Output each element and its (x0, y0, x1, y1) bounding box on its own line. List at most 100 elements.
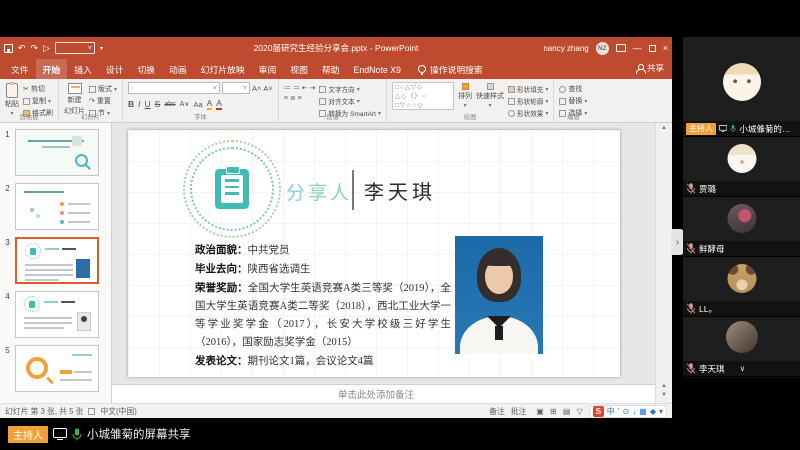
share-button[interactable]: 共享 (636, 62, 664, 74)
tell-me-search[interactable]: 操作说明搜索 (418, 59, 483, 79)
tab-insert[interactable]: 插入 (67, 59, 99, 79)
ime-emoji-icon[interactable]: ⊙ (623, 407, 630, 416)
quick-styles-button[interactable]: 快速样式 ▾ (476, 82, 504, 109)
character-spacing-button[interactable]: A∨ (180, 100, 190, 108)
slide-person-name[interactable]: 李天琪 (364, 176, 436, 205)
ribbon-display-options-icon[interactable] (616, 44, 626, 52)
save-icon[interactable] (4, 44, 13, 53)
tab-file[interactable]: 文件 (4, 59, 36, 79)
tab-design[interactable]: 设计 (99, 59, 131, 79)
arrange-button[interactable]: 排列 ▾ (458, 82, 472, 109)
slide-4-thumbnail[interactable] (15, 291, 99, 338)
shape-outline-button[interactable]: 形状轮廓▾ (508, 96, 548, 106)
slideshow-icon[interactable]: ▷ (43, 43, 50, 54)
participant-tile-3[interactable]: 鲜酵母 (683, 197, 800, 257)
grow-font-button[interactable]: A˄ (252, 84, 261, 93)
ime-punctuation-icon[interactable]: ’ (618, 407, 620, 416)
comments-toggle[interactable]: 批注 (511, 406, 527, 417)
qat-combo-box[interactable]: ˅ (55, 42, 95, 54)
italic-button[interactable]: I (138, 99, 140, 109)
participant-tile-host[interactable]: 主持人 小城雏菊的屏幕共享 (683, 37, 800, 137)
shape-fill-button[interactable]: 形状填充▾ (508, 84, 548, 94)
thumbnail-row-1[interactable]: 1 (0, 129, 111, 176)
close-button[interactable]: × (663, 44, 668, 53)
tab-slideshow[interactable]: 幻灯片放映 (194, 59, 252, 79)
normal-view-button[interactable]: ▣ (536, 407, 544, 416)
chevron-down-icon[interactable]: ∨ (740, 364, 746, 373)
undo-icon[interactable]: ↶ (18, 43, 26, 54)
reset-button[interactable]: ↷重置 (89, 96, 117, 106)
bold-button[interactable]: B (128, 99, 134, 109)
slide-5-thumbnail[interactable] (15, 345, 99, 392)
id-photo[interactable] (455, 236, 543, 354)
redo-icon[interactable]: ↷ (31, 43, 39, 54)
restore-button[interactable] (649, 45, 656, 52)
align-text-button[interactable]: 对齐文本▾ (319, 96, 381, 106)
align-icons[interactable]: ≡ ≣ ≡ (284, 94, 316, 102)
slide-2-thumbnail[interactable] (15, 183, 99, 230)
slide-canvas[interactable]: 分享人 李天琪 政治面貌：中共党员 毕业去向：陕西省选调生 荣誉奖励：全国大学生… (128, 130, 620, 377)
tab-transitions[interactable]: 切换 (130, 59, 162, 79)
change-case-button[interactable]: Aa (193, 100, 202, 109)
next-slide-button[interactable]: ▼ (656, 391, 672, 400)
slide-1-thumbnail[interactable] (15, 129, 99, 176)
minimize-button[interactable]: — (633, 44, 642, 53)
previous-slide-button[interactable]: ▲ (656, 382, 672, 391)
tab-animations[interactable]: 动画 (162, 59, 194, 79)
ime-mode-toggle[interactable]: 中 (607, 406, 615, 417)
thumbnail-row-2[interactable]: 2 (0, 183, 111, 230)
highlight-color-button[interactable]: A (207, 98, 213, 110)
find-button[interactable]: 查找 (559, 84, 587, 94)
tab-view[interactable]: 视图 (283, 59, 315, 79)
thumbnail-row-3[interactable]: 3 (0, 237, 111, 284)
participant-tile-2[interactable]: 贾璐 (683, 137, 800, 197)
font-size-combo[interactable]: ˅ (222, 82, 250, 94)
notes-toggle[interactable]: 备注 (489, 406, 505, 417)
shrink-font-button[interactable]: A˅ (263, 84, 272, 93)
bullets-icons[interactable]: ≔ ≕ ⇤ ⇥ (284, 84, 316, 92)
layout-button[interactable]: 版式▾ (89, 84, 117, 94)
font-color-button[interactable]: A (216, 98, 222, 110)
clipboard-icon (215, 169, 249, 209)
participant-tile-4[interactable]: LL。 (683, 257, 800, 317)
scroll-up-icon[interactable]: ▲ (656, 125, 672, 131)
font-name-combo[interactable]: ˅ (128, 82, 220, 94)
new-slide-button[interactable]: 新建 幻灯片 (64, 82, 85, 116)
notes-pane[interactable]: 单击此处添加备注 (112, 384, 655, 403)
slide-body-text[interactable]: 政治面貌：中共党员 毕业去向：陕西省选调生 荣誉奖励：全国大学生英语竞赛A类三等… (195, 242, 451, 372)
copy-button[interactable]: 复制▾ (23, 96, 53, 106)
sharing-status-bar: 主持人 小城雏菊的屏幕共享 (0, 418, 800, 450)
language-indicator[interactable]: 中文(中国) (100, 406, 136, 417)
ribbon-tab-row: 文件 开始 插入 设计 切换 动画 幻灯片放映 审阅 视图 帮助 EndNote… (0, 59, 672, 79)
tab-review[interactable]: 审阅 (252, 59, 284, 79)
replace-button[interactable]: 替换▾ (559, 96, 587, 106)
tab-help[interactable]: 帮助 (315, 59, 347, 79)
cut-button[interactable]: ✂剪切 (23, 84, 53, 94)
ribbon-group-font: ˅ ˅ A˄ A˅ B I U S abc A∨ Aa A A 字体 (123, 79, 279, 122)
clear-formatting-button[interactable]: abc (164, 101, 175, 108)
ime-menu-icon[interactable]: ▾ (659, 407, 663, 416)
strikethrough-button[interactable]: S (155, 99, 161, 109)
user-avatar[interactable]: NZ (596, 42, 609, 55)
tab-endnote[interactable]: EndNote X9 (346, 59, 407, 79)
qat-customize-chevron-icon[interactable]: ▾ (100, 45, 103, 52)
thumbnail-row-5[interactable]: 5 (0, 345, 111, 392)
slide-sorter-button[interactable]: ⊞ (550, 407, 557, 416)
sogou-logo-icon[interactable]: S (593, 406, 604, 417)
ime-keyboard-icon[interactable]: ▦ (639, 407, 647, 416)
vertical-scrollbar[interactable]: ▲ ▲ ▼ (655, 123, 672, 403)
field-graduation-destination: 毕业去向：陕西省选调生 (195, 261, 451, 279)
reading-view-button[interactable]: ▤ (563, 407, 571, 416)
floral-wreath-graphic (183, 140, 281, 238)
shapes-gallery[interactable]: □○△▽◇ △◇（）○ □▽☆○◇ (392, 82, 454, 110)
tab-home[interactable]: 开始 (36, 59, 68, 79)
underline-button[interactable]: U (145, 99, 151, 109)
slideshow-view-button[interactable]: ▽ (577, 407, 583, 416)
ime-skin-icon[interactable]: ◆ (650, 407, 656, 416)
thumbnail-row-4[interactable]: 4 (0, 291, 111, 338)
participant-tile-5[interactable]: 李天琪 ∨ (683, 317, 800, 377)
text-direction-button[interactable]: 文字方向▾ (319, 84, 381, 94)
slide-3-thumbnail-selected[interactable] (15, 237, 99, 284)
slide-role-label[interactable]: 分享人 (286, 178, 352, 205)
ime-download-icon[interactable]: ↓ (632, 407, 636, 416)
